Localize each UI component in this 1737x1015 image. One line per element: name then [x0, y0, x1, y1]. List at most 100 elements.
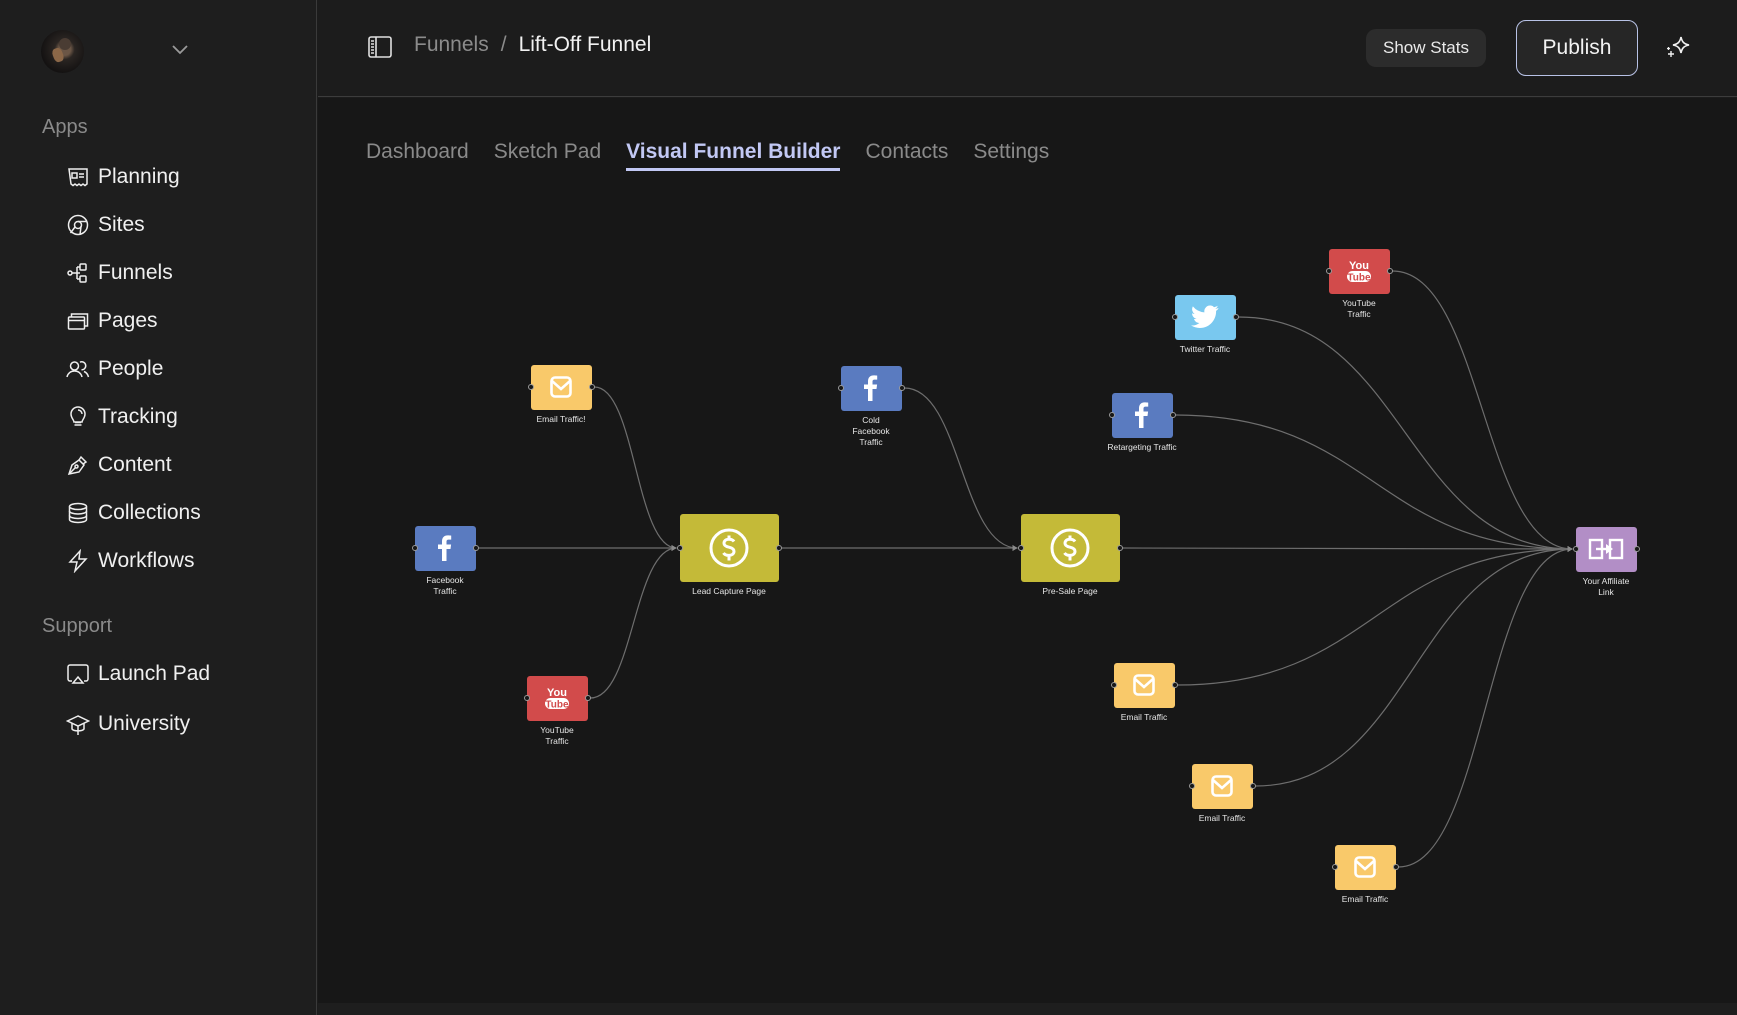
sidebar-item-workflows[interactable]: Workflows	[66, 546, 194, 576]
sidebar-item-sites[interactable]: Sites	[66, 210, 145, 240]
input-port[interactable]	[1108, 412, 1115, 418]
input-port[interactable]	[411, 545, 418, 551]
funnel-node-youtube[interactable]: You Tube	[1325, 248, 1393, 294]
funnel-node-facebook[interactable]	[837, 365, 905, 411]
funnel-node-affiliate[interactable]	[1572, 526, 1640, 572]
sidebar-item-pages[interactable]: Pages	[66, 306, 158, 336]
publish-button[interactable]: Publish	[1516, 20, 1638, 76]
people-icon	[66, 361, 90, 378]
output-port[interactable]	[1232, 314, 1239, 320]
breadcrumb-funnels-link[interactable]: Funnels	[414, 33, 489, 57]
output-port[interactable]	[1249, 783, 1256, 789]
output-port[interactable]	[1386, 268, 1393, 274]
funnel-node-email[interactable]	[1110, 662, 1178, 708]
input-port[interactable]	[527, 384, 534, 390]
funnel-node-email[interactable]	[1331, 844, 1399, 890]
sidebar-item-tracking[interactable]: Tracking	[66, 402, 178, 432]
sidebar-item-collections[interactable]: Collections	[66, 498, 201, 528]
funnels-icon	[67, 263, 87, 283]
output-port[interactable]	[1169, 412, 1176, 418]
svg-text:Tube: Tube	[1347, 273, 1371, 284]
tab-bar: Dashboard Sketch Pad Visual Funnel Build…	[366, 140, 1049, 171]
sites-icon	[67, 214, 89, 236]
sidebar-item-label: Collections	[98, 501, 201, 524]
email-icon	[1210, 774, 1234, 798]
input-port[interactable]	[523, 695, 530, 701]
funnel-node-youtube[interactable]: You Tube	[523, 675, 591, 721]
email-icon	[1353, 855, 1377, 879]
sidebar-item-funnels[interactable]: Funnels	[66, 258, 173, 288]
input-port[interactable]	[676, 545, 683, 551]
collections-icon	[68, 502, 88, 524]
sidebar-item-label: Content	[98, 453, 172, 476]
university-icon	[66, 715, 90, 735]
input-port[interactable]	[1171, 314, 1178, 320]
chevron-down-icon[interactable]	[170, 42, 190, 56]
funnel-node-email[interactable]	[1188, 763, 1256, 809]
sidebar-item-label: Tracking	[98, 405, 178, 428]
funnel-node-twitter[interactable]	[1171, 294, 1239, 340]
tab-contacts[interactable]: Contacts	[865, 140, 948, 171]
sidebar-item-planning[interactable]: Planning	[66, 162, 180, 192]
launch-pad-icon	[67, 664, 89, 684]
svg-text:You: You	[547, 687, 567, 699]
footer-strip	[318, 1003, 1737, 1015]
breadcrumb: Funnels / Lift-Off Funnel	[414, 33, 651, 57]
output-port[interactable]	[472, 545, 479, 551]
input-port[interactable]	[1325, 268, 1332, 274]
svg-text:You: You	[1349, 260, 1369, 272]
sidebar-item-launch-pad[interactable]: Launch Pad	[66, 659, 210, 689]
funnel-node-page[interactable]	[1017, 514, 1123, 582]
funnel-node-email[interactable]	[527, 364, 595, 410]
tab-visual-funnel-builder[interactable]: Visual Funnel Builder	[626, 140, 841, 171]
sidebar-item-label: People	[98, 357, 164, 380]
email-icon	[1132, 673, 1156, 697]
output-port[interactable]	[588, 384, 595, 390]
facebook-icon	[433, 535, 457, 561]
input-port[interactable]	[1188, 783, 1195, 789]
sidebar-item-label: Workflows	[98, 549, 195, 572]
youtube-icon: You Tube	[542, 685, 572, 711]
affiliate-icon	[1588, 537, 1624, 561]
sidebar-item-label: Launch Pad	[98, 662, 211, 685]
input-port[interactable]	[837, 385, 844, 391]
input-port[interactable]	[1331, 864, 1338, 870]
sidebar-item-people[interactable]: People	[66, 354, 163, 384]
output-port[interactable]	[1171, 682, 1178, 688]
sidebar-item-label: Funnels	[98, 261, 173, 284]
sidebar-item-label: Sites	[98, 213, 145, 236]
sidebar-toggle-icon[interactable]	[367, 35, 393, 59]
sidebar: Apps Planning Sites Funnels Pages People…	[0, 0, 317, 1015]
tab-settings[interactable]: Settings	[973, 140, 1049, 171]
pages-icon	[67, 313, 89, 330]
output-port[interactable]	[775, 545, 782, 551]
app: Apps Planning Sites Funnels Pages People…	[0, 0, 1737, 1015]
page-icon	[1049, 527, 1091, 569]
sidebar-item-university[interactable]: University	[66, 709, 190, 739]
section-label-apps: Apps	[42, 116, 88, 138]
tab-sketch-pad[interactable]: Sketch Pad	[494, 140, 601, 171]
output-port[interactable]	[898, 385, 905, 391]
sidebar-item-label: Pages	[98, 309, 158, 332]
tab-dashboard[interactable]: Dashboard	[366, 140, 469, 171]
output-port[interactable]	[584, 695, 591, 701]
sparkle-ai-icon[interactable]	[1665, 34, 1693, 62]
output-port[interactable]	[1116, 545, 1123, 551]
avatar[interactable]	[41, 30, 84, 73]
output-port[interactable]	[1633, 546, 1640, 552]
sidebar-item-label: University	[98, 712, 191, 735]
funnel-node-facebook[interactable]	[1108, 392, 1176, 438]
top-bar: Funnels / Lift-Off Funnel Show Stats Pub…	[318, 0, 1737, 97]
youtube-icon: You Tube	[1344, 258, 1374, 284]
facebook-icon	[1130, 402, 1154, 428]
input-port[interactable]	[1572, 546, 1579, 552]
input-port[interactable]	[1017, 545, 1024, 551]
funnel-node-page[interactable]	[676, 514, 782, 582]
input-port[interactable]	[1110, 682, 1117, 688]
sidebar-item-label: Planning	[98, 165, 180, 188]
output-port[interactable]	[1392, 864, 1399, 870]
show-stats-button[interactable]: Show Stats	[1366, 29, 1486, 67]
sidebar-item-content[interactable]: Content	[66, 450, 172, 480]
funnel-node-facebook[interactable]	[411, 525, 479, 571]
page-title: Lift-Off Funnel	[518, 33, 652, 56]
